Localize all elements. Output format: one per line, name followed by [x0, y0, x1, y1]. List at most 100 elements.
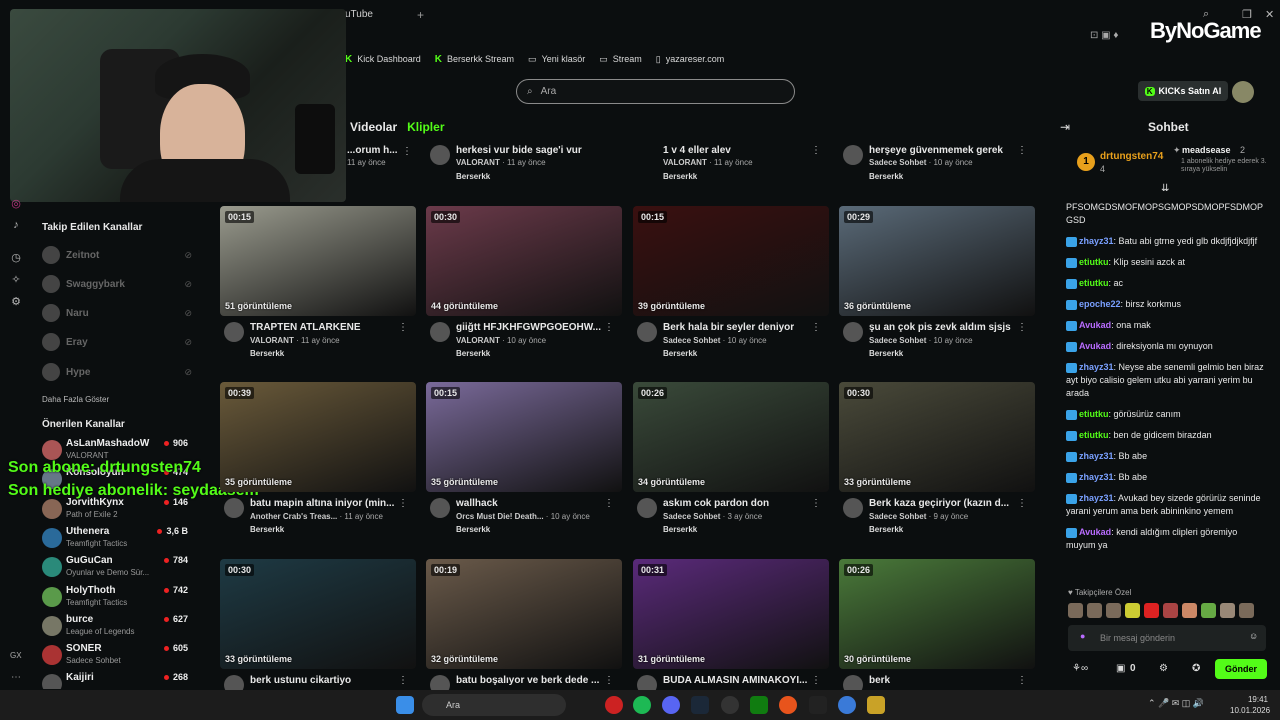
clip-thumbnail[interactable]: 00:15 35 görüntüleme	[426, 382, 622, 492]
followed-channel[interactable]: Hype ⊘	[42, 361, 192, 383]
more-options-icon[interactable]: ⋮	[604, 322, 614, 333]
extension-icons[interactable]: ⊡ ▣ ♦	[1090, 30, 1119, 41]
windows-start-icon[interactable]	[396, 696, 414, 714]
more-options-icon[interactable]: ⋮	[398, 322, 408, 333]
instagram-icon[interactable]: ◎	[8, 197, 24, 211]
clip-thumbnail[interactable]: 00:29 36 görüntüleme	[839, 206, 1035, 316]
recommended-channel[interactable]: JorvithKynx Path of Exile 2 146	[42, 496, 192, 524]
clip-thumbnail[interactable]: 00:15 39 görüntüleme	[633, 206, 829, 316]
emote[interactable]	[1087, 603, 1102, 618]
clip-card[interactable]: 00:30 33 görüntüleme berk ustunu cikartiyo…	[220, 559, 416, 690]
more-options-icon[interactable]: ⋮	[604, 498, 614, 509]
more-options-icon[interactable]: ⋮	[1017, 145, 1027, 156]
clip-thumbnail[interactable]: 00:39 35 görüntüleme	[220, 382, 416, 492]
more-options-icon[interactable]: ⋮	[811, 675, 821, 686]
opera-gx-icon[interactable]	[605, 696, 623, 714]
clip-title[interactable]: şu an çok pis zevk aldım sjsjs	[869, 322, 1019, 333]
followed-channel[interactable]: Naru ⊘	[42, 302, 192, 324]
user-avatar[interactable]	[1232, 81, 1254, 103]
clip-thumbnail[interactable]: 00:26 34 görüntüleme	[633, 382, 829, 492]
followed-channel[interactable]: Eray ⊘	[42, 331, 192, 353]
recommended-channel[interactable]: Uthenera Teamfight Tactics 3,6 B	[42, 525, 192, 553]
send-button[interactable]: Gönder	[1215, 659, 1267, 679]
clip-card[interactable]: 00:15 35 görüntüleme wallhack ⋮ Orcs Must Di…	[426, 382, 622, 542]
chat-username[interactable]: etiutku	[1079, 430, 1109, 440]
more-options-icon[interactable]: ⋮	[604, 675, 614, 686]
clip-card[interactable]: 00:30 44 görüntüleme giiğtt HFJKHFGWPGOEOH…	[426, 206, 622, 366]
chat-username[interactable]: etiutku	[1079, 409, 1109, 419]
clip-thumbnail[interactable]: 00:31 31 görüntüleme	[633, 559, 829, 669]
settings-icon[interactable]: ⚙	[8, 295, 24, 309]
chat-username[interactable]: zhayz31	[1079, 493, 1114, 503]
clip-thumbnail[interactable]: 00:19 32 görüntüleme	[426, 559, 622, 669]
settings-icon[interactable]: ⚙	[1159, 663, 1168, 674]
chat-username[interactable]: zhayz31	[1079, 236, 1114, 246]
clip-title[interactable]: berk ustunu cikartiyo	[250, 675, 400, 686]
clip-card[interactable]: 00:39 35 görüntüleme batu mapin altına ini…	[220, 382, 416, 542]
clip-thumbnail[interactable]: 00:30 33 görüntüleme	[839, 382, 1035, 492]
bot-icon[interactable]: ✪	[1192, 663, 1200, 674]
browser-tab[interactable]: uTube	[345, 9, 373, 20]
discord-icon[interactable]	[662, 696, 680, 714]
clip-card[interactable]: 00:29 36 görüntüleme şu an çok pis zevk al…	[839, 206, 1035, 366]
chat-username[interactable]: Avukad	[1079, 341, 1111, 351]
taskbar-search[interactable]: Ara	[422, 694, 566, 716]
emote[interactable]	[1125, 603, 1140, 618]
close-icon[interactable]: ✕	[1265, 8, 1274, 21]
clip-card[interactable]: 00:15 51 görüntüleme TRAPTEN ATLARKENE ⋮ VAL…	[220, 206, 416, 366]
emote[interactable]	[1106, 603, 1121, 618]
new-tab-button[interactable]: +	[417, 8, 424, 22]
clip-card[interactable]: herkesi vur bide sage'i vur VALORANT · 1…	[426, 145, 622, 185]
recommended-channel[interactable]: SONER Sadece Sohbet 605	[42, 642, 192, 670]
more-options-icon[interactable]: ⋮	[811, 322, 821, 333]
bookmark-berserkk-stream[interactable]: K Berserkk Stream	[435, 52, 514, 66]
clip-card[interactable]: 00:19 32 görüntüleme batu boşalıyor ve ber…	[426, 559, 622, 690]
chat-username[interactable]: Avukad	[1079, 320, 1111, 330]
clip-title[interactable]: giiğtt HFJKHFGWPGOEOHW...	[456, 322, 606, 333]
clip-title[interactable]: berk	[869, 675, 1019, 686]
clip-thumbnail[interactable]: 00:26 30 görüntüleme	[839, 559, 1035, 669]
chat-username[interactable]: etiutku	[1079, 278, 1109, 288]
chat-username[interactable]: zhayz31	[1079, 362, 1114, 372]
compass-icon[interactable]: ✧	[8, 273, 24, 287]
clip-title[interactable]: askım cok pardon don	[663, 498, 813, 509]
chat-username[interactable]: etiutku	[1079, 257, 1109, 267]
epic-games-icon[interactable]	[809, 696, 827, 714]
tray-icons[interactable]: ⌃ 🎤 ✉ ◫ 🔊	[1148, 698, 1204, 709]
recommended-channel[interactable]: burce League of Legends 627	[42, 613, 192, 641]
more-options-icon[interactable]: ⋮	[1017, 498, 1027, 509]
show-more-link[interactable]: Daha Fazla Göster	[42, 395, 109, 404]
emote[interactable]	[1239, 603, 1254, 618]
more-options-icon[interactable]: ⋮	[398, 675, 408, 686]
clip-card[interactable]: 1 v 4 eller alev VALORANT · 11 ay önce B…	[633, 145, 829, 185]
more-options-icon[interactable]: ⋮	[402, 146, 412, 157]
search-input[interactable]: ⌕ Ara	[516, 79, 795, 104]
emote[interactable]	[1201, 603, 1216, 618]
recommended-channel[interactable]: GuGuCan Oyunlar ve Demo Sür... 784	[42, 554, 192, 582]
more-options-icon[interactable]: ⋮	[1017, 322, 1027, 333]
clip-card[interactable]: herşeye güvenmemek gerek Sadece Sohbet ·…	[839, 145, 1035, 185]
clip-card[interactable]: 00:2630 görüntülemeberk⋮ ·	[839, 559, 1035, 690]
obs-icon[interactable]	[721, 696, 739, 714]
bookmark-yazareser[interactable]: ▯ yazareser.com	[656, 52, 724, 66]
emote[interactable]	[1144, 603, 1159, 618]
recommended-channel[interactable]: Kaijiri 268	[42, 671, 192, 689]
tiktok-icon[interactable]: ♪	[8, 219, 24, 233]
clip-title[interactable]: BUDA ALMASIN AMINAKOYI...	[663, 675, 813, 686]
clip-thumbnail[interactable]: 00:30 33 görüntüleme	[220, 559, 416, 669]
clip-card[interactable]: 00:26 34 görüntüleme askım cok pardon don ⋮…	[633, 382, 829, 542]
chat-username[interactable]: epoche22	[1079, 299, 1121, 309]
buy-kicks-button[interactable]: K KICKs Satın Al	[1138, 81, 1228, 101]
clip-title[interactable]: wallhack	[456, 498, 606, 509]
clip-card[interactable]: 00:31 31 görüntüleme BUDA ALMASIN AMINAKOY…	[633, 559, 829, 690]
clip-thumbnail[interactable]: 00:30 44 görüntüleme	[426, 206, 622, 316]
followed-channel[interactable]: Zeitnot ⊘	[42, 244, 192, 266]
clip-title[interactable]: TRAPTEN ATLARKENE	[250, 322, 400, 333]
more-options-icon[interactable]: ⋮	[398, 498, 408, 509]
chat-username[interactable]: zhayz31	[1079, 472, 1114, 482]
clip-card[interactable]: 00:15 39 görüntüleme Berk hala bir seyler …	[633, 206, 829, 366]
emoji-icon[interactable]: ☺	[1249, 631, 1258, 641]
xbox-icon[interactable]	[750, 696, 768, 714]
taskbar-clock[interactable]: 19:41 10.01.2026	[1230, 694, 1270, 716]
chat-username[interactable]: zhayz31	[1079, 451, 1114, 461]
